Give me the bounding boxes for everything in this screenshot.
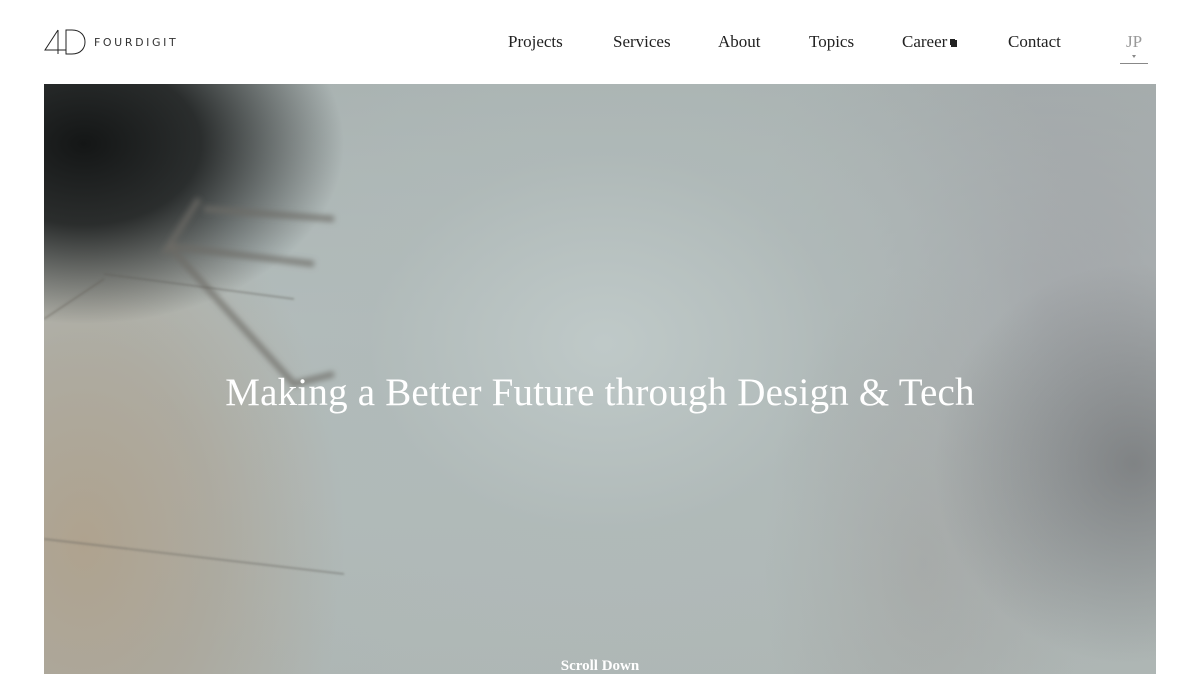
site-header: FOURDIGIT Projects Services About Topics…	[0, 0, 1200, 84]
caret-down-icon	[1132, 55, 1136, 58]
language-switcher[interactable]: JP	[1120, 31, 1148, 65]
hero-headline: Making a Better Future through Design & …	[225, 371, 975, 414]
fourdigit-logo[interactable]: FOURDIGIT	[44, 29, 178, 55]
nav-item-about[interactable]: About	[718, 31, 761, 53]
scroll-down-link[interactable]: Scroll Down	[44, 657, 1156, 674]
hero-section: Making a Better Future through Design & …	[44, 84, 1156, 674]
nav-item-career-label: Career	[902, 32, 948, 51]
logo-wordmark: FOURDIGIT	[94, 35, 179, 49]
nav-item-services[interactable]: Services	[613, 31, 671, 53]
nav-item-topics[interactable]: Topics	[809, 31, 854, 53]
nav-item-career[interactable]: Career	[902, 31, 958, 53]
4d-logo-icon	[44, 29, 86, 55]
language-label: JP	[1125, 32, 1143, 51]
nav-item-contact[interactable]: Contact	[1008, 31, 1061, 53]
nav-item-projects[interactable]: Projects	[508, 31, 563, 53]
language-underline	[1120, 63, 1148, 64]
external-link-icon	[950, 39, 958, 47]
